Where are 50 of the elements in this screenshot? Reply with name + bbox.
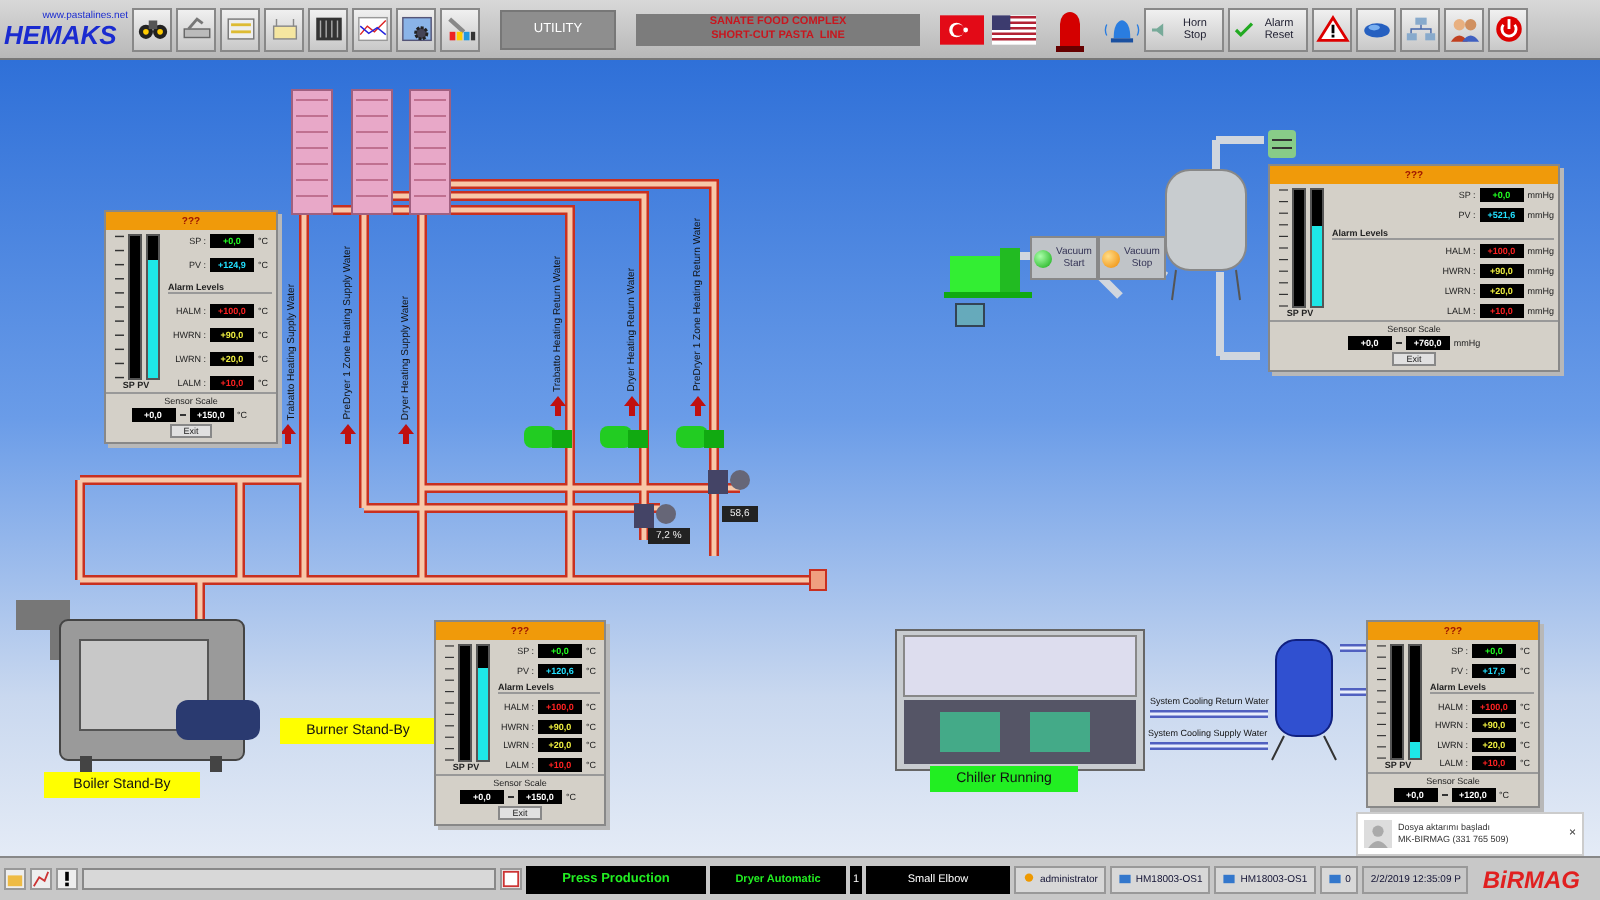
checkmark-icon: [1234, 21, 1254, 37]
flow-arrow-icon: [280, 424, 296, 444]
vacuum-tank-drawing: [1165, 169, 1247, 301]
cabinet-icon[interactable]: [308, 7, 348, 51]
scale-ticks-icon: [1276, 188, 1288, 308]
dryer-icon[interactable]: [220, 7, 260, 51]
chart-icon[interactable]: [30, 868, 52, 890]
users-icon[interactable]: [1444, 7, 1484, 51]
expansion-tank-drawing: [1271, 639, 1337, 761]
flow-arrow-icon: [690, 396, 706, 416]
pipe: [1150, 742, 1268, 750]
brand-logo: BiRMAG: [1482, 865, 1580, 893]
exclamation-icon[interactable]: [56, 868, 78, 890]
flow-arrow-icon: [624, 396, 640, 416]
sp-bar: [1292, 188, 1306, 308]
company-logo: HEMAKS: [4, 21, 117, 47]
vacuum-pump-drawing: [944, 248, 1032, 298]
pump-icon: [676, 426, 724, 448]
sp-bar: [458, 644, 472, 762]
trend-chart-icon[interactable]: [352, 7, 392, 51]
flow-arrow-icon: [340, 424, 356, 444]
pump-icon: [600, 426, 648, 448]
sp-bar: [1390, 644, 1404, 760]
settings-icon[interactable]: [396, 7, 436, 51]
user-icon: [1022, 872, 1036, 886]
turkish-flag-icon[interactable]: [940, 13, 984, 45]
flow-arrow-icon: [398, 424, 414, 444]
pump-icon: [524, 426, 572, 448]
monitor-icon: [1327, 872, 1342, 886]
avatar-icon: [1364, 820, 1392, 848]
valve-icon: [708, 470, 750, 494]
calendar-icon[interactable]: [500, 868, 522, 890]
flow-arrow-icon: [550, 396, 566, 416]
machine-icon[interactable]: [176, 7, 216, 51]
scale-ticks-icon: [1374, 644, 1386, 760]
valve-icon: [634, 504, 676, 528]
monitor-icon: [955, 303, 985, 327]
scale-ticks-icon: [442, 644, 454, 762]
mouse-icon[interactable]: [1356, 7, 1396, 51]
network-icon[interactable]: [1400, 7, 1440, 51]
warning-icon[interactable]: [1312, 7, 1352, 51]
us-flag-icon[interactable]: [992, 13, 1036, 45]
pipe: [1150, 710, 1268, 718]
pressure-sensor-icon: [1268, 130, 1296, 158]
monitor-icon: [1117, 872, 1132, 886]
power-icon[interactable]: [1488, 7, 1528, 51]
tools-icon[interactable]: [440, 7, 480, 51]
scale-ticks-icon: [112, 234, 124, 380]
monitor-icon: [1222, 872, 1237, 886]
binoculars-icon[interactable]: [132, 7, 172, 51]
